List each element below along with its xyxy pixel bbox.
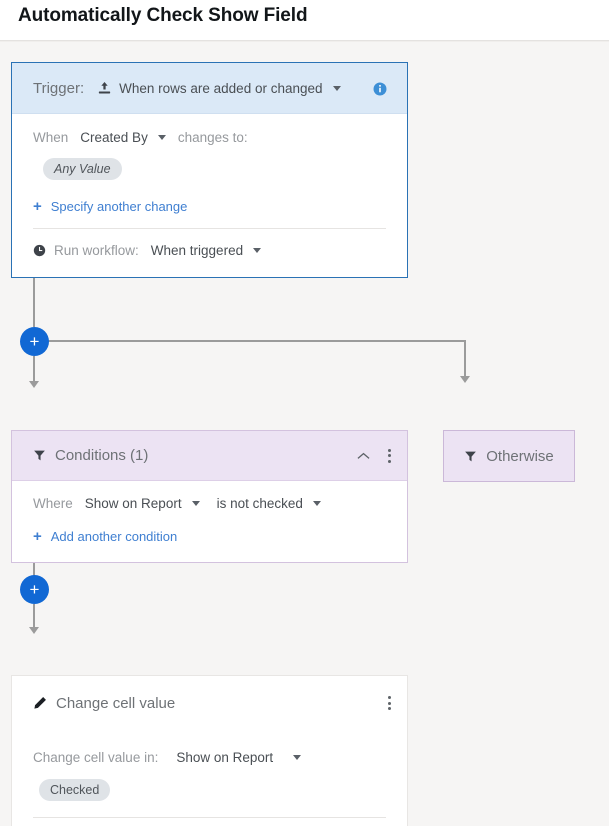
change-cell-value-label: Change cell value in:: [33, 750, 159, 765]
otherwise-branch[interactable]: Otherwise: [443, 430, 575, 482]
chevron-down-icon[interactable]: [312, 501, 321, 506]
conditions-header[interactable]: Conditions (1): [12, 431, 407, 481]
info-icon[interactable]: [373, 82, 387, 96]
when-label: When: [33, 130, 69, 145]
chevron-down-icon[interactable]: [293, 755, 302, 760]
condition-operator-select[interactable]: is not checked: [217, 496, 303, 511]
connector-line: [33, 356, 35, 382]
clock-icon: [33, 244, 46, 257]
add-another-condition-link[interactable]: + Add another condition: [33, 529, 386, 544]
trigger-when-row: When Created By changes to:: [33, 130, 386, 145]
connector-arrow: [29, 381, 39, 388]
connector-line: [33, 604, 35, 628]
branch-connector-vertical: [464, 340, 466, 376]
trigger-label: Trigger:: [33, 79, 85, 97]
trigger-value[interactable]: When rows are added or changed: [119, 81, 322, 96]
trigger-header: Trigger: When rows are added or changed: [12, 63, 407, 114]
branch-arrow: [460, 376, 470, 383]
chevron-down-icon[interactable]: [332, 85, 341, 91]
conditions-title: Conditions (1): [55, 447, 149, 464]
connector-arrow: [29, 627, 39, 634]
action-column-select[interactable]: Show on Report: [176, 750, 273, 765]
import-rows-icon: [99, 81, 111, 93]
condition-row: Where Show on Report is not checked: [33, 496, 386, 511]
page-header: Automatically Check Show Field: [0, 0, 609, 41]
chevron-down-icon[interactable]: [157, 135, 166, 140]
add-step-button-1[interactable]: +: [20, 327, 49, 356]
page-title: Automatically Check Show Field: [18, 5, 308, 26]
add-step-button-2[interactable]: +: [20, 575, 49, 604]
workflow-editor: Automatically Check Show Field Trigger: …: [0, 0, 609, 826]
trigger-value-chip-row: Any Value: [43, 158, 386, 180]
chevron-up-icon[interactable]: [357, 452, 370, 460]
action-header: Change cell value: [12, 676, 407, 730]
action-title: Change cell value: [56, 694, 176, 712]
checked-chip[interactable]: Checked: [39, 779, 111, 801]
add-another-condition-label: Add another condition: [50, 529, 178, 544]
kebab-menu-icon[interactable]: [386, 447, 393, 465]
conditions-body: Where Show on Report is not checked + Ad…: [12, 481, 407, 544]
add-step-label: +: [29, 580, 40, 599]
action-value-chip-row: Checked: [39, 779, 386, 801]
any-value-chip[interactable]: Any Value: [43, 158, 122, 180]
specify-another-change-link[interactable]: + Specify another change: [33, 199, 386, 214]
change-cell-value-row: Change cell value in: Show on Report: [33, 750, 386, 765]
run-workflow-row: Run workflow: When triggered: [33, 243, 386, 258]
chevron-down-icon[interactable]: [191, 501, 200, 506]
run-workflow-select[interactable]: When triggered: [151, 243, 243, 258]
specify-another-change-label: Specify another change: [50, 199, 188, 214]
connector-line: [33, 278, 35, 327]
changes-to-label: changes to:: [177, 130, 248, 145]
trigger-body: When Created By changes to: Any Value + …: [12, 114, 407, 258]
filter-funnel-icon: [465, 451, 477, 461]
trigger-card[interactable]: Trigger: When rows are added or changed …: [11, 62, 408, 278]
otherwise-label: Otherwise: [486, 447, 554, 465]
change-cell-value-card[interactable]: Change cell value Change cell value in: …: [11, 675, 408, 826]
run-workflow-label: Run workflow:: [54, 243, 139, 258]
plus-icon: +: [33, 528, 42, 545]
pencil-icon: [34, 697, 46, 709]
action-divider: [33, 817, 386, 818]
action-body: Change cell value in: Show on Report Che…: [12, 730, 407, 826]
where-label: Where: [33, 496, 73, 511]
conditions-card[interactable]: Conditions (1) Where Show on Report is n…: [11, 430, 408, 563]
add-step-label: +: [29, 332, 40, 351]
workflow-canvas: Trigger: When rows are added or changed …: [0, 41, 609, 826]
branch-connector-horizontal: [34, 340, 466, 342]
trigger-column-select[interactable]: Created By: [80, 130, 148, 145]
trigger-divider: [33, 228, 386, 229]
filter-funnel-icon: [34, 450, 45, 461]
condition-column-select[interactable]: Show on Report: [85, 496, 182, 511]
plus-icon: +: [33, 198, 42, 215]
chevron-down-icon[interactable]: [253, 248, 262, 253]
kebab-menu-icon[interactable]: [386, 694, 393, 712]
